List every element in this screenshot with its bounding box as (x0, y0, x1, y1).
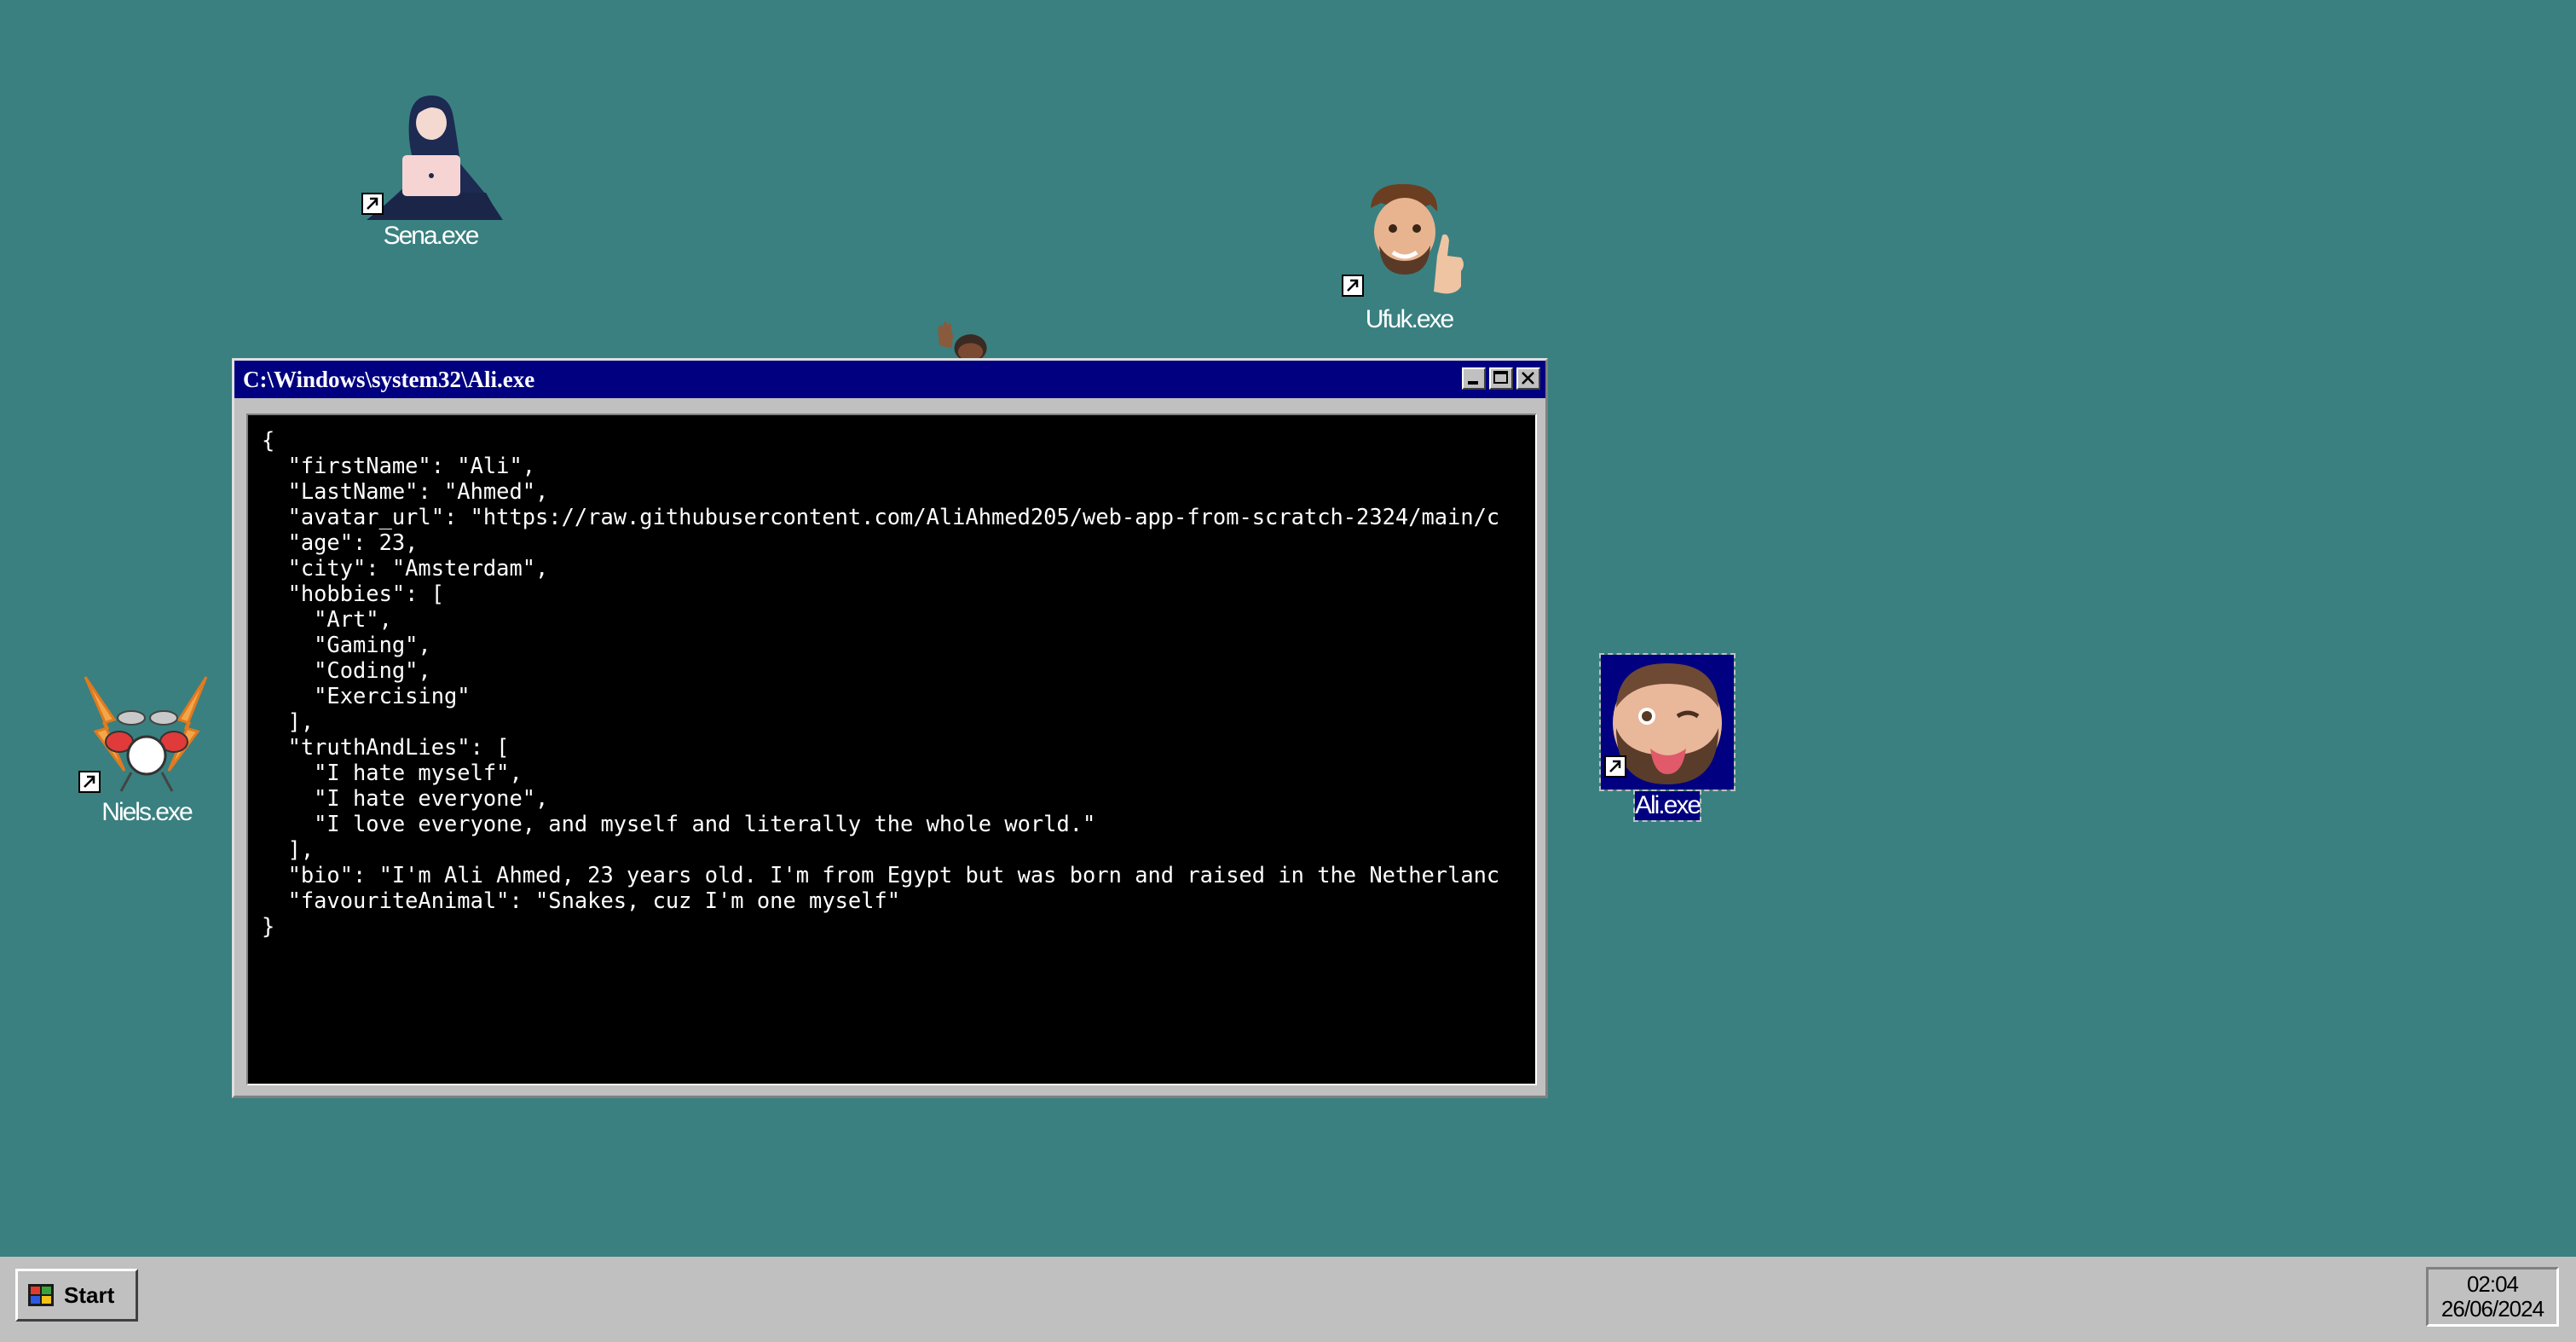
window-titlebar[interactable]: C:\Windows\system32\Ali.exe (234, 361, 1545, 398)
console-line: "I love everyone, and myself and literal… (262, 811, 1096, 836)
console-text: { "firstName": "Ali", "LastName": "Ahmed… (248, 415, 1535, 939)
desktop-icon-ali[interactable]: Ali.exe (1599, 653, 1736, 822)
console-line: { (262, 427, 275, 453)
start-button[interactable]: Start (15, 1269, 138, 1322)
shortcut-arrow-icon (1604, 755, 1626, 778)
shortcut-arrow-icon (361, 193, 384, 215)
desktop-icon-label: Ali.exe (1632, 790, 1702, 822)
console-line: "bio": "I'm Ali Ahmed, 23 years old. I'm… (262, 862, 1500, 888)
desktop-icon-label: Sena.exe (383, 222, 480, 250)
winking-bearded-man-avatar-icon (1599, 653, 1736, 791)
console-line: "firstName": "Ali", (262, 453, 536, 478)
console-line: ], (262, 836, 315, 862)
drum-kit-lightning-icon (70, 668, 223, 796)
shortcut-arrow-icon (1342, 275, 1364, 297)
waving-person-icon[interactable] (924, 321, 1001, 358)
maximize-button[interactable] (1489, 367, 1513, 390)
clock-date: 26/06/2024 (2440, 1296, 2544, 1322)
console-line: "city": "Amsterdam", (262, 555, 549, 581)
windows-logo-icon (28, 1284, 54, 1306)
taskbar: Start 02:04 26/06/2024 (0, 1257, 2576, 1342)
close-icon (1522, 372, 1534, 385)
console-line: "I hate myself", (262, 760, 523, 785)
minimize-button[interactable] (1462, 367, 1486, 390)
console-line: "age": 23, (262, 529, 419, 555)
maximize-icon (1493, 371, 1508, 384)
system-clock[interactable]: 02:04 26/06/2024 (2426, 1267, 2559, 1327)
thumbs-up-man-avatar-icon (1337, 179, 1481, 304)
console-line: "truthAndLies": [ (262, 734, 510, 760)
console-line: ], (262, 709, 315, 734)
desktop-icon-label: Ufuk.exe (1365, 305, 1454, 333)
window-title: C:\Windows\system32\Ali.exe (243, 366, 535, 392)
console-line: "avatar_url": "https://raw.githubusercon… (262, 504, 1500, 529)
console-line: "I hate everyone", (262, 785, 549, 811)
woman-with-laptop-icon (358, 92, 503, 220)
console-line: "hobbies": [ (262, 581, 445, 606)
minimize-icon (1468, 381, 1478, 385)
clock-time: 02:04 (2466, 1271, 2519, 1297)
console-output[interactable]: { "firstName": "Ali", "LastName": "Ahmed… (246, 414, 1537, 1085)
console-window[interactable]: C:\Windows\system32\Ali.exe { "firstName… (232, 358, 1548, 1098)
close-button[interactable] (1516, 367, 1540, 390)
desktop-icon-niels[interactable]: Niels.exe (70, 668, 223, 827)
console-line: "LastName": "Ahmed", (262, 478, 549, 504)
console-line: "Gaming", (262, 632, 431, 657)
console-line: "Coding", (262, 657, 431, 683)
console-line: "favouriteAnimal": "Snakes, cuz I'm one … (262, 888, 901, 913)
desktop-icon-label: Niels.exe (101, 798, 193, 826)
console-line: "Exercising" (262, 683, 471, 709)
start-label: Start (64, 1281, 115, 1308)
shortcut-arrow-icon (78, 771, 101, 793)
console-line: } (262, 913, 275, 939)
desktop-icon-sena[interactable]: Sena.exe (358, 92, 503, 251)
desktop: Sena.exe Ufuk.exe Niels.exe Ali.exe C:\W… (0, 0, 2576, 1257)
console-line: "Art", (262, 606, 392, 632)
desktop-icon-ufuk[interactable]: Ufuk.exe (1337, 179, 1481, 334)
